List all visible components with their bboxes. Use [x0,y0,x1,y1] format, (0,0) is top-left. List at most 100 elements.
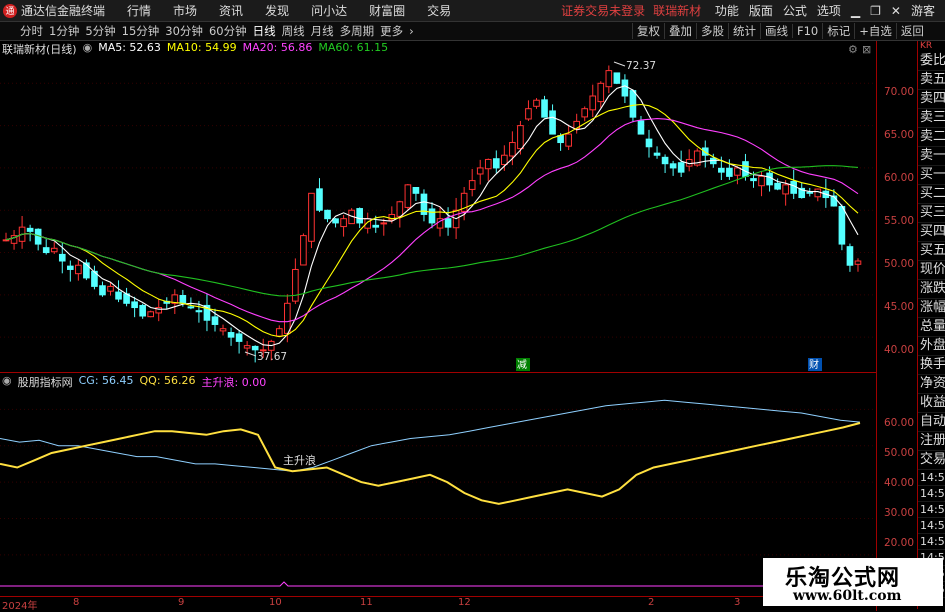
sidebar-item[interactable]: 外盘 [918,337,945,356]
sidebar-item[interactable]: 自动 [918,413,945,432]
tab-monthly[interactable]: 月线 [311,23,334,39]
ytick: 50.00 [883,258,914,270]
app-logo-icon: 通 [3,3,17,18]
candle-body [2,239,10,242]
sidebar-item[interactable]: 买五 [918,242,945,261]
candle-body [718,167,725,173]
fuquan-button[interactable]: 复权 [632,23,664,39]
candle-body [501,154,508,166]
menu-gongshi[interactable]: 公式 [783,2,807,19]
biaoji-button[interactable]: 标记 [822,23,854,39]
candle-body [75,264,82,275]
menu-jiaoyi[interactable]: 交易 [427,2,451,19]
tab-5min[interactable]: 5分钟 [85,23,115,39]
tab-15min[interactable]: 15分钟 [122,23,160,39]
sidebar-item[interactable]: 净资 [918,375,945,394]
qq-line [0,422,861,505]
candle-body [251,345,259,351]
sidebar-item[interactable]: 卖二 [918,128,945,147]
sidebar-item[interactable]: 涨幅 [918,299,945,318]
menu-shichang[interactable]: 市场 [173,2,197,19]
sidebar-item[interactable]: 收益 [918,394,945,413]
menu-faxian[interactable]: 发现 [265,2,289,19]
sidebar-item[interactable]: 现价 [918,261,945,280]
back-button[interactable]: 返回 [895,23,928,39]
sidebar-item[interactable]: 14:56 [918,486,945,502]
menu-xuanxiang[interactable]: 选项 [817,2,841,19]
sidebar-item[interactable]: 14:56 [918,470,945,486]
sidebar-badge[interactable]: KR [918,41,945,52]
menu-banmian[interactable]: 版面 [749,2,773,19]
legend-toggle2-icon[interactable]: ◉ [2,374,12,390]
add-watchlist-button[interactable]: +自选 [854,23,896,39]
candle-body [734,167,741,176]
sidebar-item[interactable]: 涨跌 [918,280,945,299]
indicator-title: 股朋指标网 [17,376,73,389]
candle-body [669,163,677,169]
f10-button[interactable]: F10 [792,24,822,38]
login-warning[interactable]: 证券交易未登录 [561,2,645,19]
sidebar-item[interactable]: 买四 [918,223,945,242]
tab-fenshi[interactable]: 分时 [20,23,43,39]
diejia-button[interactable]: 叠加 [664,23,696,39]
candle-body [428,208,436,224]
sidebar-item[interactable]: 卖四 [918,90,945,109]
sidebar-item[interactable]: 买二 [918,185,945,204]
sidebar-item[interactable]: 卖五 [918,71,945,90]
sidebar-item[interactable]: 14:56 [918,534,945,550]
chart-settings-icon[interactable]: ⚙ [848,43,858,56]
duogu-button[interactable]: 多股 [696,23,728,39]
candle-body [774,182,781,190]
ma60-line [5,165,859,297]
tab-multi[interactable]: 多周期 [340,23,375,39]
close-icon[interactable]: ✕ [891,4,901,18]
candle-body [806,191,814,194]
menu-caifuquan[interactable]: 财富圈 [369,2,405,19]
sidebar-item[interactable]: 14:56 [918,502,945,518]
candle-body [750,178,757,182]
cg-value: CG: 56.45 [78,374,134,387]
tab-30min[interactable]: 30分钟 [165,23,203,39]
sidebar-item[interactable]: 交易 [918,451,945,470]
high-leader [613,61,626,67]
xlabel: 11 [360,597,373,608]
app-title: 通达信金融终端 [21,4,106,18]
menu-gongneng[interactable]: 功能 [715,2,739,19]
sidebar-item[interactable]: 卖三 [918,109,945,128]
sidebar-item[interactable]: 买一 [918,166,945,185]
sidebar-item[interactable]: 总量 [918,318,945,337]
chart-close-icon[interactable]: ⊠ [862,43,871,56]
more-arrow-icon[interactable]: › [409,24,414,38]
tongji-button[interactable]: 统计 [728,23,760,39]
legend-toggle-icon[interactable]: ◉ [83,41,93,57]
guest-label[interactable]: 游客 [911,2,935,19]
tab-60min[interactable]: 60分钟 [209,23,247,39]
tab-more[interactable]: 更多 [380,23,403,39]
candle-body [677,162,685,173]
tab-1min[interactable]: 1分钟 [49,23,79,39]
candle-body [517,125,524,150]
minimize-icon[interactable]: ▁ [851,4,860,18]
period-toolbar: 分时 1分钟 5分钟 15分钟 30分钟 60分钟 日线 周线 月线 多周期 更… [0,22,945,41]
menu-hangqing[interactable]: 行情 [127,2,151,19]
candle-body [340,218,347,228]
sidebar-item[interactable]: 买三 [918,204,945,223]
menu-zixun[interactable]: 资讯 [219,2,243,19]
restore-icon[interactable]: ❐ [870,4,881,18]
tab-weekly[interactable]: 周线 [282,23,305,39]
candle-body [219,328,227,332]
sidebar-item[interactable]: 换手 [918,356,945,375]
menu-wenxiaoda[interactable]: 问小达 [311,2,347,19]
sidebar-item[interactable]: 委比 [918,52,945,71]
candle-body [292,268,299,302]
zhushenglang-text: 主升浪 [283,453,316,467]
tab-daily[interactable]: 日线 [253,23,276,39]
candle-body [597,82,605,103]
kline-chart[interactable]: 72.37 37.67 减 财 [0,41,875,371]
indicator-chart[interactable]: 主升浪 [0,373,875,595]
huaxian-button[interactable]: 画线 [760,23,792,39]
sidebar-item[interactable]: 注册 [918,432,945,451]
candle-body [396,201,404,217]
sidebar-item[interactable]: 14:56 [918,518,945,534]
sidebar-item[interactable]: 卖一 [918,147,945,166]
